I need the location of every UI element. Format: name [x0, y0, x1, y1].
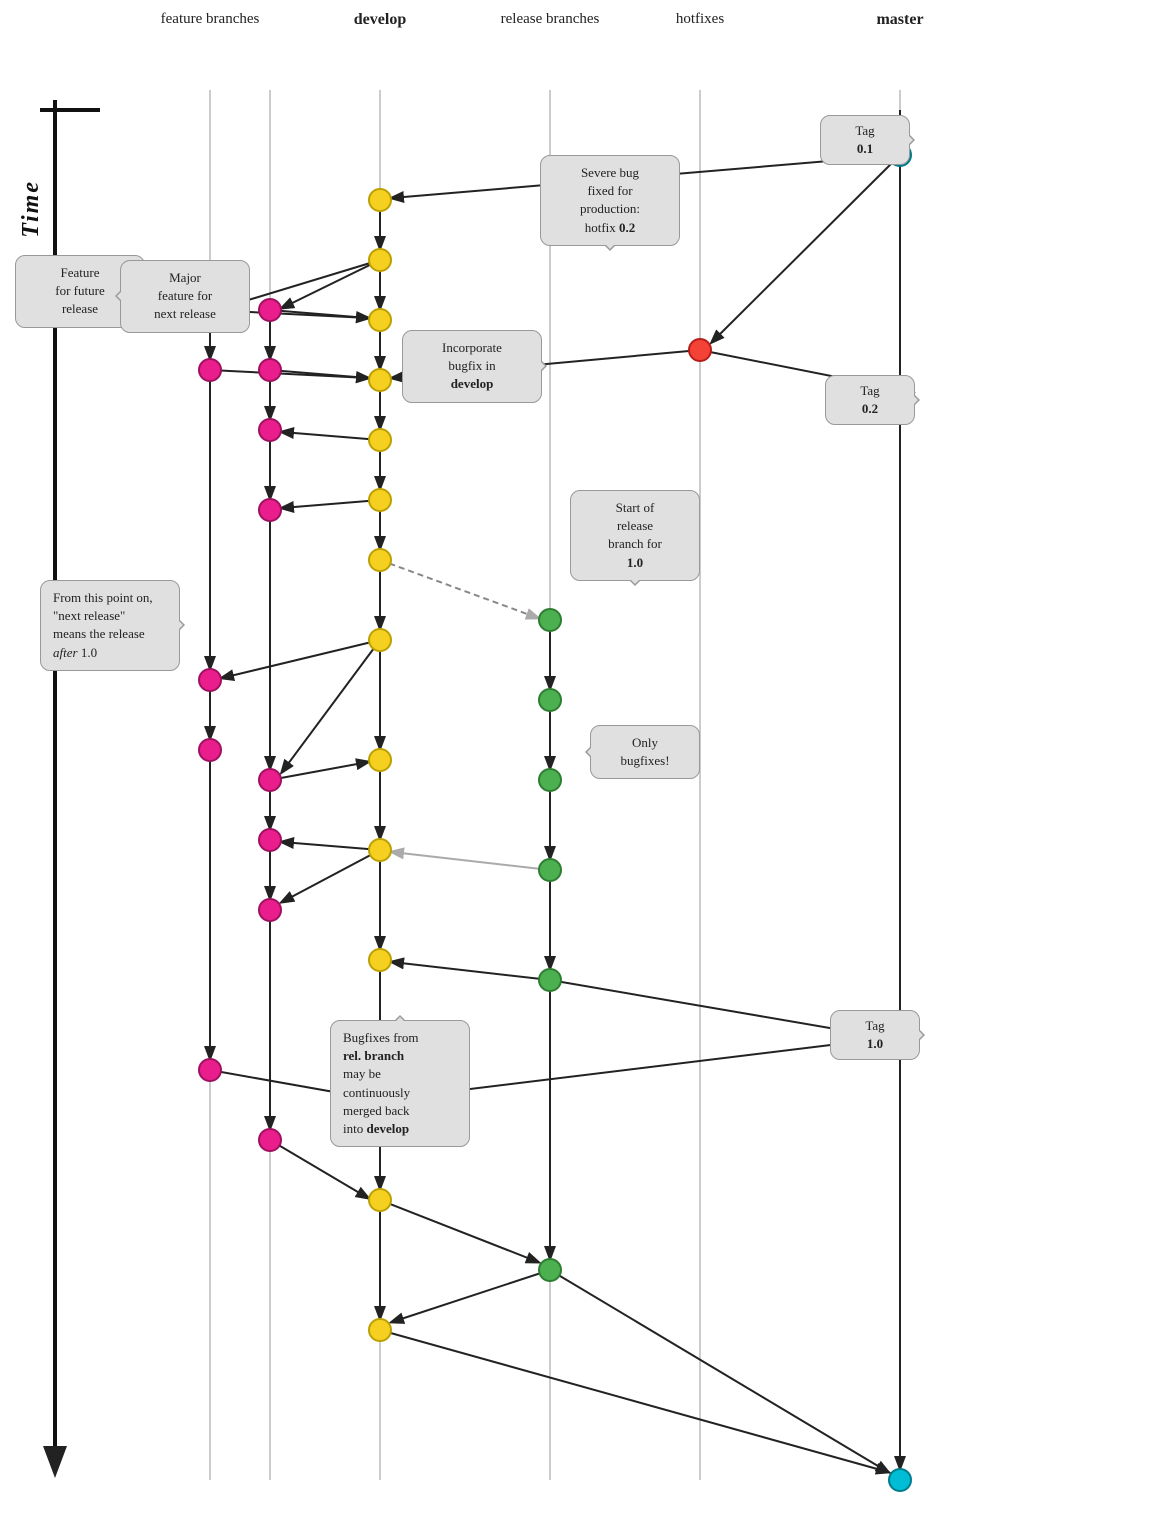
node-release-02 [538, 688, 562, 712]
node-feat2-04 [258, 498, 282, 522]
node-develop-13 [368, 1188, 392, 1212]
callout-release-start-text: Start ofreleasebranch for1.0 [608, 500, 662, 570]
callout-next-release-text: From this point on,"next release"means t… [53, 590, 153, 660]
node-develop-09 [368, 748, 392, 772]
callout-release-start: Start ofreleasebranch for1.0 [570, 490, 700, 581]
node-release-06 [538, 1258, 562, 1282]
node-release-04 [538, 858, 562, 882]
time-label: Time [18, 180, 45, 238]
node-feat2-01 [258, 298, 282, 322]
node-feat1-03 [198, 668, 222, 692]
col-label-hotfixes: hotfixes [660, 10, 740, 30]
col-label-develop: develop [340, 10, 420, 31]
node-feat2-08 [258, 1128, 282, 1152]
callout-only-bugfixes-text: Onlybugfixes! [620, 735, 669, 768]
node-develop-02 [368, 248, 392, 272]
node-develop-07 [368, 548, 392, 572]
node-master-04 [888, 1468, 912, 1492]
col-label-release: release branches [490, 10, 610, 30]
node-feat2-03 [258, 418, 282, 442]
node-feat2-07 [258, 898, 282, 922]
callout-incorporate-bugfix: Incorporatebugfix indevelop [402, 330, 542, 403]
callout-bugfixes-merged-text: Bugfixes fromrel. branchmay becontinuous… [343, 1030, 418, 1136]
node-develop-11 [368, 948, 392, 972]
node-develop-06 [368, 488, 392, 512]
callout-bugfixes-merged: Bugfixes fromrel. branchmay becontinuous… [330, 1020, 470, 1147]
callout-only-bugfixes: Onlybugfixes! [590, 725, 700, 779]
node-develop-04 [368, 368, 392, 392]
callout-incorporate-text: Incorporatebugfix indevelop [442, 340, 502, 391]
callout-hotfix-02: Severe bugfixed forproduction:hotfix 0.2 [540, 155, 680, 246]
node-feat1-04 [198, 738, 222, 762]
callout-major-feature: Majorfeature fornext release [120, 260, 250, 333]
node-feat2-02 [258, 358, 282, 382]
callout-feature-future-text: Featurefor futurerelease [55, 265, 104, 316]
node-develop-08 [368, 628, 392, 652]
node-feat1-05 [198, 1058, 222, 1082]
node-release-05 [538, 968, 562, 992]
diagram: feature branches develop release branche… [0, 0, 1150, 1524]
node-release-01 [538, 608, 562, 632]
node-develop-03 [368, 308, 392, 332]
node-develop-10 [368, 838, 392, 862]
col-label-master: master [860, 10, 940, 31]
node-hotfix-01 [688, 338, 712, 362]
callout-tag-02: Tag0.2 [825, 375, 915, 425]
node-develop-05 [368, 428, 392, 452]
tag-label-10: Tag1.0 [865, 1018, 884, 1051]
callout-next-release: From this point on,"next release"means t… [40, 580, 180, 671]
node-release-03 [538, 768, 562, 792]
callout-major-feature-text: Majorfeature fornext release [154, 270, 216, 321]
node-feat2-06 [258, 828, 282, 852]
node-feat2-05 [258, 768, 282, 792]
node-develop-01 [368, 188, 392, 212]
callout-hotfix-02-text: Severe bugfixed forproduction:hotfix 0.2 [580, 165, 640, 235]
callout-tag-10: Tag1.0 [830, 1010, 920, 1060]
tag-label-02: Tag0.2 [860, 383, 879, 416]
node-feat1-02 [198, 358, 222, 382]
tag-label-01: Tag0.1 [855, 123, 874, 156]
callout-tag-01: Tag0.1 [820, 115, 910, 165]
col-label-feature: feature branches [160, 10, 260, 30]
node-develop-14 [368, 1318, 392, 1342]
